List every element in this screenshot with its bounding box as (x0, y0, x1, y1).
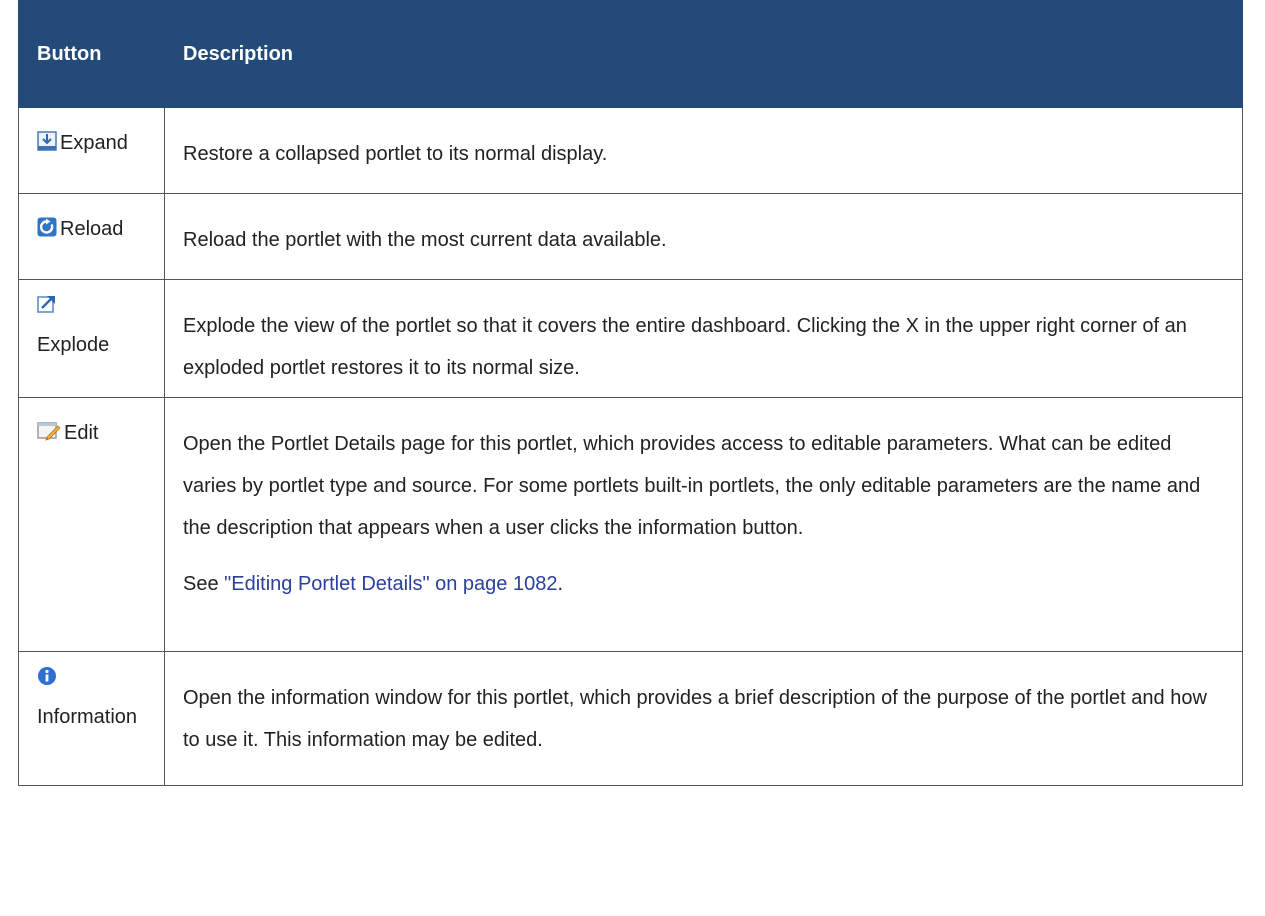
description-text: Open the information window for this por… (183, 687, 1207, 751)
description-cell: Reload the portlet with the most current… (164, 193, 1243, 280)
description-text: Reload the portlet with the most current… (183, 229, 667, 251)
description-cell: Open the information window for this por… (164, 651, 1243, 786)
edit-icon (37, 421, 61, 441)
information-icon (37, 666, 57, 686)
button-cell: Reload (18, 193, 165, 280)
see-also-text: See "Editing Portlet Details" on page 10… (183, 573, 564, 595)
description-text: Restore a collapsed portlet to its norma… (183, 143, 608, 165)
description-text: Open the Portlet Details page for this p… (183, 433, 1201, 539)
button-cell: Edit (18, 397, 165, 652)
expand-icon (37, 131, 57, 151)
editing-portlet-details-link[interactable]: "Editing Portlet Details" on page 1082 (224, 573, 557, 595)
button-cell: Explode (18, 279, 165, 398)
button-cell: Information (18, 651, 165, 786)
button-reference-table: Button Description Expand Restore a coll… (18, 0, 1243, 786)
header-button: Button (18, 0, 165, 108)
table-header-row: Button Description (18, 0, 1243, 108)
table-row: Edit Open the Portlet Details page for t… (18, 397, 1243, 652)
description-cell: Restore a collapsed portlet to its norma… (164, 107, 1243, 194)
table-row: Information Open the information window … (18, 651, 1243, 786)
description-cell: Explode the view of the portlet so that … (164, 279, 1243, 398)
table-row: Expand Restore a collapsed portlet to it… (18, 107, 1243, 194)
button-label: Edit (64, 422, 99, 444)
table-row: Explode Explode the view of the portlet … (18, 279, 1243, 398)
description-cell: Open the Portlet Details page for this p… (164, 397, 1243, 652)
table-row: Reload Reload the portlet with the most … (18, 193, 1243, 280)
button-cell: Expand (18, 107, 165, 194)
header-description: Description (164, 0, 1243, 108)
description-text: Explode the view of the portlet so that … (183, 315, 1187, 379)
explode-icon (37, 294, 57, 314)
button-label: Information (37, 706, 138, 728)
button-label: Explode (37, 334, 110, 356)
reload-icon (37, 217, 57, 237)
button-label: Expand (60, 132, 128, 154)
button-label: Reload (60, 218, 124, 240)
